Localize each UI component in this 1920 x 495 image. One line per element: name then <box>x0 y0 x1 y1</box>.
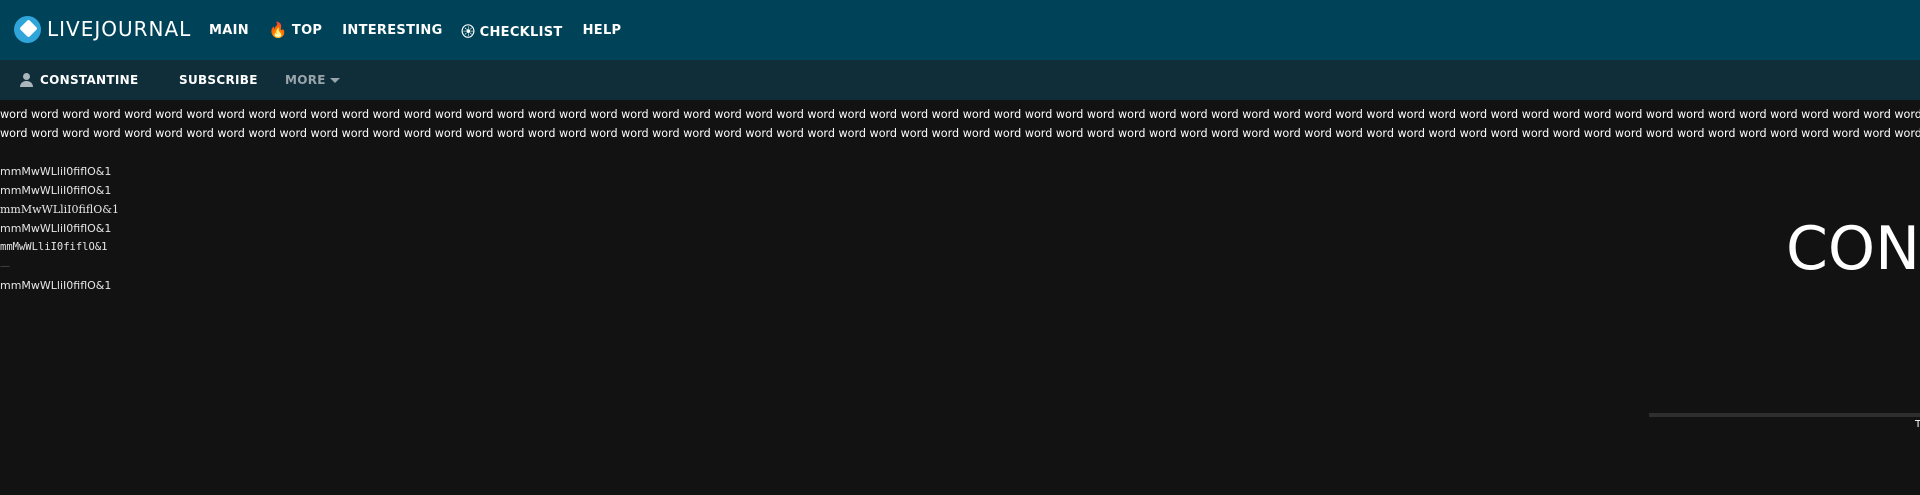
livejournal-logo[interactable]: LIVEJOURNAL <box>14 15 191 43</box>
logo-text: LIVEJOURNAL <box>47 17 192 41</box>
nav-checklist-label: ☀︎⃝⃝ CHECKLIST <box>462 24 563 40</box>
font-samples: mmMwWLliI0fiflO&1 mmMwWLliI0fiflO&1 mmMw… <box>0 162 1920 295</box>
user-icon <box>20 73 33 87</box>
fire-icon: 🔥 <box>268 21 288 39</box>
chevron-down-icon <box>329 77 340 83</box>
more-label: MORE <box>285 73 326 87</box>
journal-subnav: CONSTANTINE SUBSCRIBE MORE <box>0 60 1920 100</box>
main-nav: MAIN 🔥 TOP INTERESTING ☀︎⃝⃝ CHECKLIST HEL… <box>209 0 621 60</box>
word-line: word word word word word word word word … <box>0 108 1920 121</box>
word-line: word word word word word word word word … <box>0 127 1920 140</box>
top-navigation-bar: LIVEJOURNAL MAIN 🔥 TOP INTERESTING ☀︎⃝⃝ C… <box>0 0 1920 60</box>
font-sample-sans: mmMwWLliI0fiflO&1 <box>0 279 112 292</box>
nav-help-label: HELP <box>582 22 622 38</box>
font-sample-serif: mmMwWLliI0fiflO&1 <box>0 203 120 216</box>
nav-top-label: TOP <box>291 22 323 38</box>
nav-interesting[interactable]: INTERESTING <box>342 23 442 38</box>
subscribe-label: SUBSCRIBE <box>179 73 258 87</box>
journal-big-title: CON <box>1786 214 1920 284</box>
font-sample-mono: mmMwWLliI0fiflO&1 <box>0 241 108 253</box>
journal-username: CONSTANTINE <box>40 73 139 87</box>
journal-user-link[interactable]: CONSTANTINE <box>20 60 138 100</box>
nav-main[interactable]: MAIN <box>209 23 249 38</box>
font-sample-sans: mmMwWLliI0fiflO&1 <box>0 184 112 197</box>
subscribe-button[interactable]: SUBSCRIBE <box>179 60 258 100</box>
nav-top[interactable]: 🔥 TOP <box>269 21 322 39</box>
truncated-text: T <box>1915 419 1920 430</box>
divider <box>1649 413 1920 417</box>
separator-dash: — <box>0 261 10 272</box>
nav-checklist[interactable]: ☀︎⃝⃝ CHECKLIST <box>463 21 563 40</box>
font-sample-sans: mmMwWLliI0fiflO&1 <box>0 165 112 178</box>
more-dropdown[interactable]: MORE <box>285 60 340 100</box>
page-content: word word word word word word word word … <box>0 105 1920 295</box>
font-sample-sans: mmMwWLliI0fiflO&1 <box>0 222 112 235</box>
nav-main-label: MAIN <box>209 22 249 38</box>
nav-help[interactable]: HELP <box>583 23 622 38</box>
nav-interesting-label: INTERESTING <box>342 22 443 38</box>
livejournal-logo-icon <box>14 15 41 43</box>
